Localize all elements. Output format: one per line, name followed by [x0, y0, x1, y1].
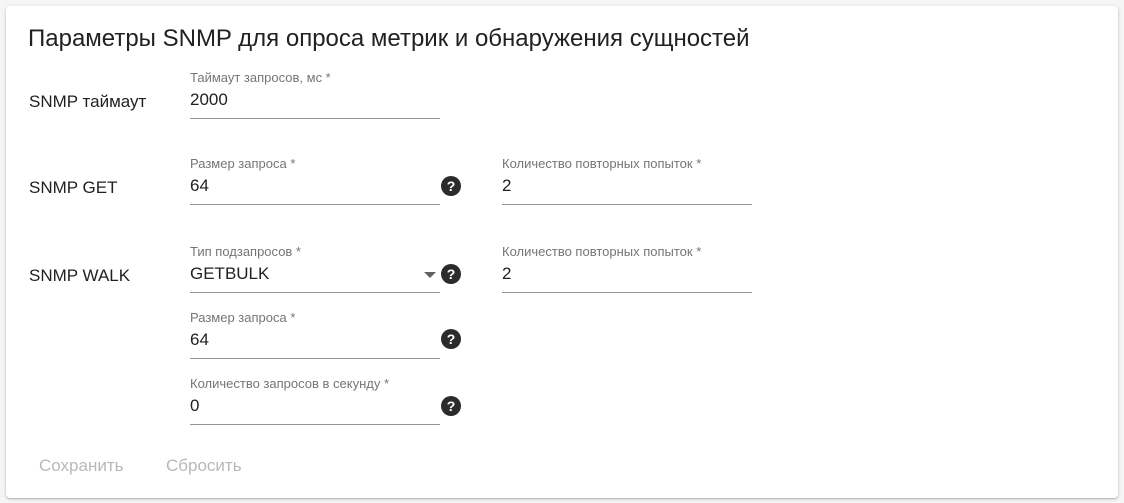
timeout-underline: [190, 118, 440, 119]
walk-request-size-underline: [190, 358, 440, 359]
row-label-snmp-timeout: SNMP таймаут: [29, 92, 147, 111]
walk-retries-field: Количество повторных попыток *: [502, 244, 752, 300]
get-retries-field: Количество повторных попыток *: [502, 156, 752, 212]
help-circle-icon[interactable]: ?: [441, 396, 461, 416]
walk-subrequest-type-select[interactable]: Тип подзапросов * GETBULK: [190, 244, 440, 300]
walk-retries-label: Количество повторных попыток *: [502, 244, 702, 259]
walk-requests-per-second-input[interactable]: [190, 396, 420, 416]
walk-subrequest-type-underline: [190, 292, 440, 293]
walk-requests-per-second-label: Количество запросов в секунду *: [190, 376, 390, 391]
reset-button[interactable]: Сбросить: [156, 452, 252, 480]
walk-retries-underline: [502, 292, 752, 293]
walk-request-size-input[interactable]: [190, 330, 420, 350]
save-button[interactable]: Сохранить: [29, 452, 133, 480]
walk-request-size-label: Размер запроса *: [190, 310, 296, 325]
row-label-snmp-walk: SNMP WALK: [29, 266, 131, 285]
help-circle-icon[interactable]: ?: [441, 176, 461, 196]
page-title: Параметры SNMP для опроса метрик и обнар…: [28, 25, 750, 52]
walk-requests-per-second-field: Количество запросов в секунду *: [190, 376, 440, 432]
get-request-size-input[interactable]: [190, 176, 420, 196]
walk-request-size-field: Размер запроса *: [190, 310, 440, 366]
get-request-size-underline: [190, 204, 440, 205]
walk-retries-input[interactable]: [502, 264, 732, 284]
get-request-size-field: Размер запроса *: [190, 156, 440, 212]
get-retries-label: Количество повторных попыток *: [502, 156, 702, 171]
get-request-size-label: Размер запроса *: [190, 156, 296, 171]
chevron-down-icon[interactable]: [424, 272, 436, 278]
row-label-snmp-get: SNMP GET: [29, 178, 118, 197]
timeout-field-label: Таймаут запросов, мс *: [190, 70, 331, 85]
timeout-field: Таймаут запросов, мс *: [190, 70, 440, 126]
timeout-input[interactable]: [190, 90, 420, 110]
walk-requests-per-second-underline: [190, 424, 440, 425]
walk-subrequest-type-value[interactable]: GETBULK: [190, 264, 420, 284]
help-circle-icon[interactable]: ?: [441, 329, 461, 349]
walk-subrequest-type-label: Тип подзапросов *: [190, 244, 301, 259]
help-circle-icon[interactable]: ?: [441, 264, 461, 284]
get-retries-input[interactable]: [502, 176, 732, 196]
snmp-settings-card: Параметры SNMP для опроса метрик и обнар…: [6, 6, 1118, 498]
get-retries-underline: [502, 204, 752, 205]
